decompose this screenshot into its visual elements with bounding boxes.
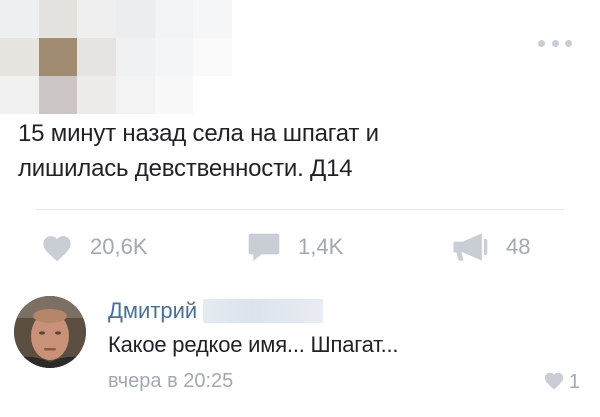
comment-like-count: 1	[568, 371, 580, 393]
post-actions-bar: 20,6K 1,4K 48	[0, 230, 600, 264]
comment-text: Какое редкое имя... Шпагат...	[108, 332, 399, 357]
heart-icon	[543, 370, 565, 395]
like-button[interactable]: 20,6K	[40, 230, 148, 264]
post-text-line: 15 минут назад села на шпагат и	[18, 120, 379, 147]
divider	[36, 209, 564, 210]
more-horizontal-icon-dot	[551, 39, 559, 47]
comment-button[interactable]: 1,4K	[246, 230, 343, 264]
pixel-block	[0, 76, 39, 114]
pixel-block	[77, 38, 116, 76]
like-count: 20,6K	[90, 234, 148, 259]
comment-item: Дмитрий Какое редкое имя... Шпагат... вч…	[0, 296, 600, 417]
post-text-line: лишилась девственности. Д14	[18, 155, 353, 182]
pixel-block	[154, 0, 194, 38]
pixel-block	[0, 38, 39, 76]
post-text: 15 минут назад села на шпагат и лишилась…	[18, 116, 578, 186]
comment-timestamp[interactable]: вчера в 20:25	[108, 370, 233, 393]
comment-like-button[interactable]: 1	[543, 370, 580, 395]
comment-author-name[interactable]: Дмитрий	[108, 298, 197, 324]
pixel-block	[116, 76, 155, 114]
post-author-avatar-pixelated[interactable]	[0, 0, 232, 114]
pixel-block	[38, 38, 78, 76]
pixel-block	[0, 0, 39, 38]
share-button[interactable]: 48	[452, 230, 530, 264]
comment-bubble-icon	[246, 231, 282, 263]
pixel-block	[193, 0, 232, 38]
share-count: 48	[506, 234, 531, 259]
pixel-block	[154, 38, 194, 76]
pixel-block	[116, 38, 155, 76]
commenter-avatar[interactable]	[14, 296, 86, 368]
comment-author-row: Дмитрий	[108, 298, 324, 324]
pixel-block	[193, 38, 232, 76]
redacted-surname	[203, 299, 324, 323]
comment-count: 1,4K	[298, 234, 344, 259]
megaphone-icon	[452, 232, 490, 262]
pixel-block	[116, 0, 155, 38]
more-horizontal-icon-dot	[565, 39, 572, 47]
more-horizontal-icon-dot	[538, 39, 545, 47]
pixel-block	[77, 0, 116, 38]
pixel-block	[38, 76, 78, 114]
pixel-block	[77, 76, 116, 114]
pixel-block	[193, 76, 232, 114]
more-options-button[interactable]	[538, 36, 572, 50]
heart-icon	[40, 232, 74, 262]
pixel-block	[154, 76, 194, 114]
pixel-block	[38, 0, 78, 38]
